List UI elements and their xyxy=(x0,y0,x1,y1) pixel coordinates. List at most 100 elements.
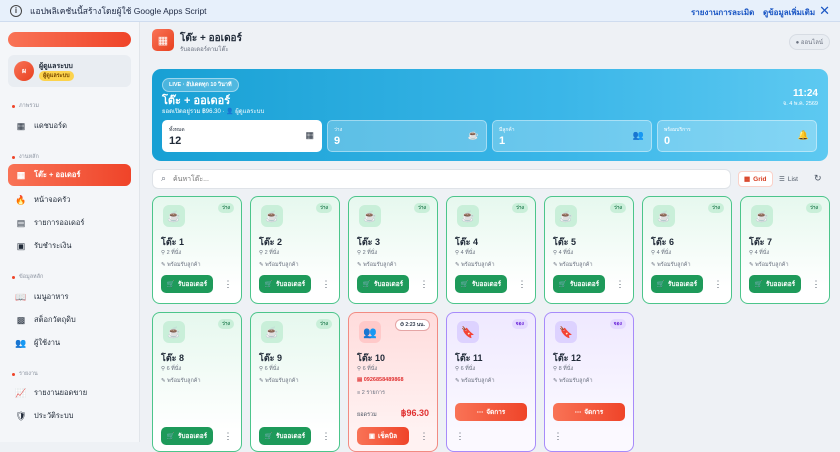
more-icon[interactable]: ⋮ xyxy=(809,277,823,291)
cup-icon: ☕ xyxy=(751,205,773,227)
more-icon[interactable]: ⋮ xyxy=(221,429,235,443)
checkout-button[interactable]: ▣ เช็คบิล xyxy=(357,427,409,445)
more-icon[interactable]: ⋮ xyxy=(711,277,725,291)
item-count: ≡ 2 รายการ xyxy=(357,390,385,396)
seat-icon: ⚲ xyxy=(357,366,362,372)
take-order-button[interactable]: 🛒 รับออเดอร์ xyxy=(749,275,801,293)
table-card[interactable]: ☕ ว่าง โต๊ะ 8 ⚲ 6 ที่นั่ง ✎ พร้อมรับลูกค้า 🛒 ร… xyxy=(152,312,242,452)
table-card[interactable]: ☕ ว่าง โต๊ะ 4 ⚲ 4 ที่นั่ง ✎ พร้อมรับลูกค้า 🛒 ร… xyxy=(446,196,536,304)
learn-more-link[interactable]: ดูข้อมูลเพิ่มเติม xyxy=(763,6,815,19)
stat-total[interactable]: ทั้งหมด 12 ▦ xyxy=(162,120,322,152)
sidebar-item-stock[interactable]: ▩ สต็อกวัตถุดิบ xyxy=(8,309,131,331)
status-badge: จอง xyxy=(609,319,626,329)
status-badge: ว่าง xyxy=(315,319,332,329)
live-badge: LIVE · อัปเดตทุก 10 วินาที xyxy=(162,78,239,92)
sidebar-item-payment[interactable]: ▣ รับชำระเงิน xyxy=(8,235,131,257)
sidebar-item-tables[interactable]: ▦ โต๊ะ + ออเดอร์ xyxy=(8,164,131,186)
sidebar-item-sales-report[interactable]: 📈 รายงานยอดขาย xyxy=(8,382,131,404)
take-order-button[interactable]: 🛒 รับออเดอร์ xyxy=(651,275,703,293)
table-card[interactable]: ☕ ว่าง โต๊ะ 6 ⚲ 4 ที่นั่ง ✎ พร้อมรับลูกค้า 🛒 ร… xyxy=(642,196,732,304)
table-card[interactable]: ☕ ว่าง โต๊ะ 2 ⚲ 2 ที่นั่ง ✎ พร้อมรับลูกค้า 🛒 ร… xyxy=(250,196,340,304)
view-list-button[interactable]: ☰ List xyxy=(774,171,803,187)
table-name: โต๊ะ 2 xyxy=(259,237,283,247)
cash-icon: ▣ xyxy=(16,240,26,251)
close-icon[interactable]: ✕ xyxy=(819,3,830,19)
take-order-button[interactable]: 🛒 รับออเดอร์ xyxy=(357,275,409,293)
stat-free[interactable]: ว่าง 9 ☕ xyxy=(327,120,487,152)
table-name: โต๊ะ 9 xyxy=(259,353,283,363)
clock-time: 11:24 xyxy=(792,88,818,99)
table-card[interactable]: ☕ ว่าง โต๊ะ 5 ⚲ 4 ที่นั่ง ✎ พร้อมรับลูกค้า 🛒 ร… xyxy=(544,196,634,304)
table-name: โต๊ะ 4 xyxy=(455,237,479,247)
dashboard-icon: ▦ xyxy=(16,120,26,131)
seat-count: ⚲ 6 ที่นั่ง xyxy=(161,366,182,372)
bookmark-icon: 🔖 xyxy=(457,321,479,343)
seat-icon: ⚲ xyxy=(357,250,362,256)
status-icon: ✎ xyxy=(161,262,166,268)
stat-ready[interactable]: พร้อมบริการ 0 🔔 xyxy=(657,120,817,152)
sidebar: ผ ผู้ดูแลระบบ ผู้ดูแลระบบ ภาพรวม ▦ แดชบอร… xyxy=(0,22,140,442)
take-order-button[interactable]: 🛒 รับออเดอร์ xyxy=(161,275,213,293)
sidebar-item-history[interactable]: 🛡 ประวัติระบบ xyxy=(8,405,131,427)
cup-icon: ☕ xyxy=(163,205,185,227)
take-order-button[interactable]: 🛒 รับออเดอร์ xyxy=(259,427,311,445)
take-order-button[interactable]: 🛒 รับออเดอร์ xyxy=(455,275,507,293)
total-label: ยอดรวม xyxy=(357,412,377,418)
grid-icon: ▦ xyxy=(152,29,174,51)
manage-button[interactable]: ⋯ จัดการ xyxy=(553,403,625,421)
table-status: ✎ พร้อมรับลูกค้า xyxy=(749,262,789,268)
table-card[interactable]: 🔖 จอง โต๊ะ 11 ⚲ 6 ที่นั่ง ✎ พร้อมรับลูกค้า ⋯ จ… xyxy=(446,312,536,452)
users-icon: 👥 xyxy=(15,337,27,348)
receipt-icon: ▣ xyxy=(368,433,376,440)
seat-icon: ⚲ xyxy=(161,366,166,372)
seat-count: ⚲ 4 ที่นั่ง xyxy=(749,250,770,256)
box-icon: ▩ xyxy=(16,314,26,325)
stat-occupied[interactable]: มีลูกค้า 1 👥 xyxy=(492,120,652,152)
report-abuse-link[interactable]: รายงานการละเมิด xyxy=(691,6,754,19)
more-icon[interactable]: ⋮ xyxy=(319,429,333,443)
table-card[interactable]: 🔖 จอง โต๊ะ 12 ⚲ 8 ที่นั่ง ✎ พร้อมรับลูกค้า ⋯ จ… xyxy=(544,312,634,452)
manage-button[interactable]: ⋯ จัดการ xyxy=(455,403,527,421)
sidebar-item-dashboard[interactable]: ▦ แดชบอร์ด xyxy=(8,115,131,137)
cart-icon: 🛒 xyxy=(558,281,567,288)
table-card[interactable]: 👥 ⏱ 2:23 นน. โต๊ะ 10 ⚲ 6 ที่นั่ง ▤ 092685848… xyxy=(348,312,438,452)
info-icon: i xyxy=(10,4,22,17)
seat-icon: ⚲ xyxy=(455,250,460,256)
shield-icon: 🛡 xyxy=(15,410,27,421)
sidebar-item-users[interactable]: 👥 ผู้ใช้งาน xyxy=(8,332,131,354)
more-icon[interactable]: ⋮ xyxy=(515,277,529,291)
more-icon[interactable]: ⋮ xyxy=(221,277,235,291)
view-grid-button[interactable]: ▦ Grid xyxy=(738,171,773,187)
grid-icon: ▦ xyxy=(744,176,751,183)
sidebar-item-orders[interactable]: ▤ รายการออเดอร์ xyxy=(8,212,131,234)
more-icon[interactable]: ⋮ xyxy=(613,277,627,291)
take-order-button[interactable]: 🛒 รับออเดอร์ xyxy=(553,275,605,293)
table-card[interactable]: ☕ ว่าง โต๊ะ 3 ⚲ 2 ที่นั่ง ✎ พร้อมรับลูกค้า 🛒 ร… xyxy=(348,196,438,304)
search-input[interactable] xyxy=(173,173,713,186)
take-order-button[interactable]: 🛒 รับออเดอร์ xyxy=(161,427,213,445)
table-card[interactable]: ☕ ว่าง โต๊ะ 7 ⚲ 4 ที่นั่ง ✎ พร้อมรับลูกค้า 🛒 ร… xyxy=(740,196,830,304)
user-role-badge: ผู้ดูแลระบบ xyxy=(39,71,74,81)
user-card[interactable]: ผ ผู้ดูแลระบบ ผู้ดูแลระบบ xyxy=(8,55,131,87)
more-icon[interactable]: ⋮ xyxy=(417,429,431,443)
table-name: โต๊ะ 1 xyxy=(161,237,185,247)
more-icon[interactable]: ⋮ xyxy=(551,429,565,443)
cart-icon: 🛒 xyxy=(166,281,175,288)
more-icon[interactable]: ⋮ xyxy=(453,429,467,443)
cart-icon: 🛒 xyxy=(166,433,175,440)
grid-icon: ▦ xyxy=(305,130,314,140)
sidebar-item-menu[interactable]: 📖 เมนูอาหาร xyxy=(8,286,131,308)
avatar: ผ xyxy=(14,61,34,81)
list-icon: ☰ xyxy=(779,176,785,183)
table-card[interactable]: ☕ ว่าง โต๊ะ 1 ⚲ 2 ที่นั่ง ✎ พร้อมรับลูกค้า 🛒 ร… xyxy=(152,196,242,304)
clock-date: จ. 4 พ.ค. 2569 xyxy=(783,101,818,107)
table-status: ✎ พร้อมรับลูกค้า xyxy=(553,262,593,268)
more-icon[interactable]: ⋮ xyxy=(417,277,431,291)
seat-count: ⚲ 2 ที่นั่ง xyxy=(357,250,378,256)
sidebar-item-kitchen[interactable]: 🔥 หน้าจอครัว xyxy=(8,189,131,211)
refresh-icon[interactable]: ↻ xyxy=(814,173,822,184)
take-order-button[interactable]: 🛒 รับออเดอร์ xyxy=(259,275,311,293)
table-card[interactable]: ☕ ว่าง โต๊ะ 9 ⚲ 6 ที่นั่ง ✎ พร้อมรับลูกค้า 🛒 ร… xyxy=(250,312,340,452)
more-icon[interactable]: ⋮ xyxy=(319,277,333,291)
status-icon: ✎ xyxy=(357,262,362,268)
